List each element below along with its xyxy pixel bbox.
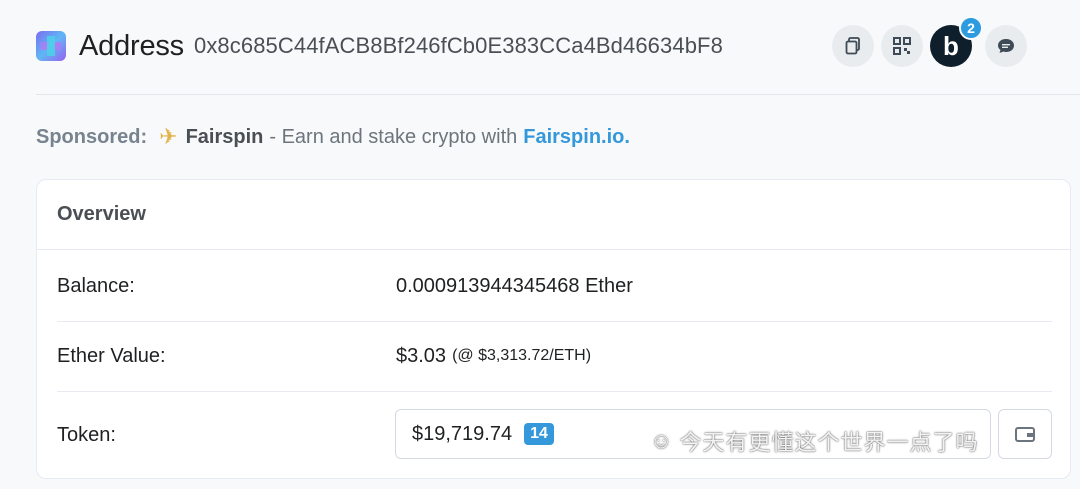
identicon-avatar xyxy=(36,31,66,61)
sponsor-link[interactable]: Fairspin.io. xyxy=(523,126,630,149)
overview-title: Overview xyxy=(37,180,1070,250)
page-title: Address xyxy=(79,29,184,62)
copy-icon xyxy=(845,37,860,55)
token-count-badge: 14 xyxy=(524,423,554,445)
ether-value-row: Ether Value: $3.03 (@ $3,313.72/ETH) xyxy=(57,321,1052,391)
address-hash[interactable]: 0x8c685C44fACB8Bf246fCb0E383CCa4Bd46634b… xyxy=(194,33,723,59)
balance-value: 0.000913944345468 Ether xyxy=(396,274,633,297)
token-label: Token: xyxy=(57,423,116,446)
balance-row: Balance: 0.000913944345468 Ether xyxy=(57,251,1052,321)
sponsored-banner: Sponsored: ✈ Fairspin - Earn and stake c… xyxy=(36,124,630,150)
address-header: Address 0x8c685C44fACB8Bf246fCb0E383CCa4… xyxy=(36,16,1046,70)
sponsor-text: - Earn and stake crypto with xyxy=(269,125,518,148)
chat-button[interactable] xyxy=(985,25,1027,67)
wallet-icon xyxy=(1015,427,1035,442)
blockscan-chat-icon: b xyxy=(943,30,959,61)
sponsored-label: Sponsored: xyxy=(36,125,148,148)
qr-code-button[interactable] xyxy=(881,25,923,67)
watermark-text: 今天有更懂这个世界一点了吗 xyxy=(679,430,979,455)
token-value: $19,719.74 xyxy=(412,422,513,445)
token-wallet-button[interactable] xyxy=(998,409,1052,459)
row-divider xyxy=(57,391,1052,392)
header-divider xyxy=(36,94,1080,95)
notification-badge: 2 xyxy=(959,16,983,40)
balance-label: Balance: xyxy=(57,274,135,297)
fairspin-logo-icon: ✈ xyxy=(159,124,178,149)
qr-code-icon xyxy=(893,37,911,55)
sponsor-brand[interactable]: Fairspin xyxy=(186,126,264,149)
watermark: ☺ 今天有更懂这个世界一点了吗 xyxy=(650,425,978,457)
wechat-icon: ☺ xyxy=(650,428,674,453)
ether-price: (@ $3,313.72/ETH) xyxy=(452,347,592,364)
copy-address-button[interactable] xyxy=(832,25,874,67)
ether-value: $3.03 xyxy=(396,344,447,367)
chat-bubble-icon xyxy=(998,39,1014,53)
ether-value-label: Ether Value: xyxy=(57,344,166,367)
